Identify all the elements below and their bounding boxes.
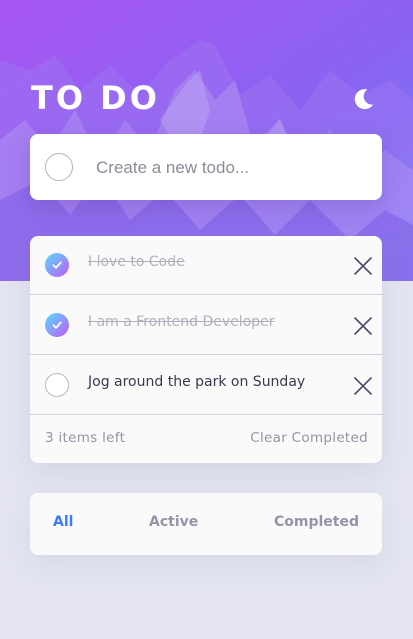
todo-checkbox-checked[interactable]	[45, 313, 69, 337]
filter-all[interactable]: All	[53, 514, 73, 530]
checkmark-icon	[52, 321, 62, 329]
new-todo-checkbox[interactable]	[45, 153, 73, 181]
moon-icon	[354, 89, 374, 110]
new-todo-input[interactable]	[94, 150, 368, 186]
todo-text: I love to Code	[88, 254, 185, 270]
app-title: TO DO	[31, 79, 160, 117]
todo-text: I am a Frontend Developer	[88, 314, 275, 330]
checkmark-icon	[52, 261, 62, 269]
delete-todo-button[interactable]	[353, 316, 373, 336]
todo-item[interactable]: Jog around the park on Sunday	[30, 356, 382, 415]
new-todo-card	[30, 134, 382, 200]
filter-bar: All Active Completed	[30, 493, 382, 555]
filter-completed[interactable]: Completed	[274, 514, 359, 530]
theme-toggle-button[interactable]	[349, 85, 377, 113]
todo-checkbox-checked[interactable]	[45, 253, 69, 277]
close-icon	[354, 317, 372, 335]
delete-todo-button[interactable]	[353, 376, 373, 396]
delete-todo-button[interactable]	[353, 256, 373, 276]
todo-list-footer: 3 items left Clear Completed	[30, 416, 382, 463]
close-icon	[354, 377, 372, 395]
todo-item[interactable]: I love to Code	[30, 236, 382, 295]
close-icon	[354, 257, 372, 275]
clear-completed-button[interactable]: Clear Completed	[250, 430, 368, 446]
todo-checkbox[interactable]	[45, 373, 69, 397]
items-left-counter: 3 items left	[45, 430, 126, 446]
todo-item[interactable]: I am a Frontend Developer	[30, 296, 382, 355]
filter-active[interactable]: Active	[149, 514, 198, 530]
todo-list: I love to Code I am a Frontend Developer…	[30, 236, 382, 463]
todo-text: Jog around the park on Sunday	[88, 374, 306, 390]
